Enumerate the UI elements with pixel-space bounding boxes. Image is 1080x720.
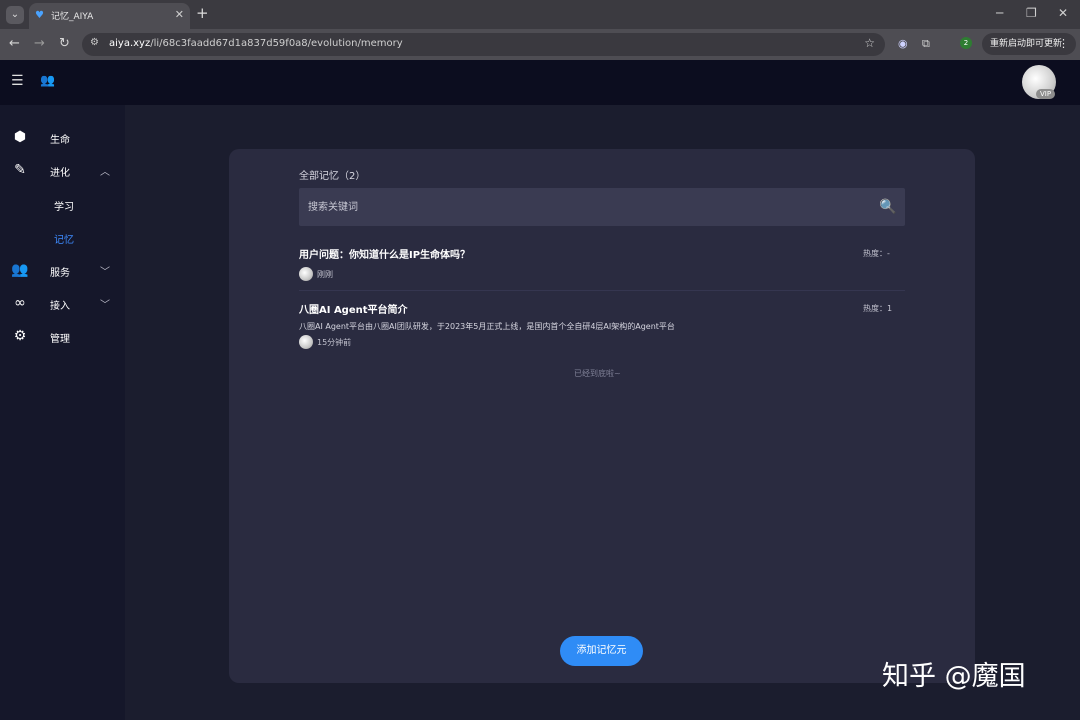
sidebar-item-access[interactable]: ∞ 接入 ﹀	[0, 288, 125, 318]
sidebar-subitem-learning[interactable]: 学习	[54, 198, 74, 213]
memory-item[interactable]: 用户问题：你知道什么是IP生命体吗？ 热度：- 刚刚	[299, 246, 894, 286]
sidebar-item-life[interactable]: ⬢ 生命	[0, 122, 125, 152]
extension-icon[interactable]: ◉	[898, 37, 908, 50]
vip-badge: VIP	[1036, 89, 1056, 99]
extensions-puzzle-icon[interactable]: ⧉	[922, 37, 930, 51]
memory-title: 八圈AI Agent平台简介	[299, 305, 408, 316]
app-header: ☰ 👥 VIP	[0, 60, 1080, 105]
sidebar-subitem-memory[interactable]: 记忆	[54, 231, 74, 246]
memory-avatar	[299, 267, 313, 281]
link-icon: ∞	[14, 295, 26, 311]
new-tab-plus-icon[interactable]: +	[196, 4, 209, 22]
sidebar-item-manage[interactable]: ⚙ 管理	[0, 321, 125, 351]
forward-arrow-icon[interactable]: →	[34, 36, 45, 51]
restart-update-button[interactable]: 重新启动即可更新 ⋮	[982, 33, 1076, 55]
chevron-down-icon: ﹀	[100, 300, 110, 311]
memory-description: 八圈AI Agent平台由八圈AI团队研发，于2023年5月正式上线，是国内首个…	[299, 322, 675, 331]
watermark: 知乎 @魔国	[882, 661, 1026, 692]
memory-title: 用户问题：你知道什么是IP生命体吗？	[299, 250, 471, 261]
user-switch-icon[interactable]: 👥	[40, 73, 55, 87]
back-arrow-icon[interactable]: ←	[9, 36, 20, 51]
more-menu-icon[interactable]: ⋮	[1058, 33, 1069, 55]
sidebar-item-service[interactable]: 👥 服务 ﹀	[0, 255, 125, 285]
service-icon: 👥	[11, 262, 29, 278]
memory-time: 15分钟前	[317, 338, 352, 347]
restore-icon[interactable]: ❐	[1026, 6, 1037, 20]
add-memory-button[interactable]: 添加记忆元	[560, 636, 643, 666]
memory-time: 刚刚	[317, 270, 333, 279]
divider	[299, 290, 905, 291]
tab-close-icon[interactable]: ✕	[175, 8, 184, 21]
site-info-icon[interactable]: ⚙	[90, 37, 99, 48]
browser-tab-active[interactable]: ♥ 记忆_AIYA ✕	[29, 3, 190, 29]
reload-icon[interactable]: ↻	[59, 36, 70, 51]
memory-heat: 热度：1	[863, 304, 893, 313]
memory-heat: 热度：-	[863, 249, 890, 258]
site-favicon-icon: ♥	[35, 10, 44, 21]
browser-tab-bar: ⌄ ♥ 记忆_AIYA ✕ + ─ ❐ ✕	[0, 0, 1080, 29]
window-close-icon[interactable]: ✕	[1058, 6, 1068, 20]
address-bar[interactable]: ⚙ aiya.xyz/li/68c3faadd67d1a837d59f0a8/e…	[82, 33, 885, 56]
profile-badge[interactable]: 2	[960, 37, 972, 49]
gear-icon: ⚙	[13, 328, 27, 344]
bookmark-star-icon[interactable]: ☆	[864, 36, 875, 50]
life-icon: ⬢	[13, 129, 27, 145]
url-text[interactable]: aiya.xyz/li/68c3faadd67d1a837d59f0a8/evo…	[109, 38, 403, 49]
search-input[interactable]	[299, 188, 869, 226]
chevron-down-icon: ﹀	[100, 267, 110, 278]
search-icon[interactable]: 🔍	[879, 199, 896, 215]
memory-avatar	[299, 335, 313, 349]
browser-toolbar: ← → ↻ ⚙ aiya.xyz/li/68c3faadd67d1a837d59…	[0, 29, 1080, 60]
end-of-list-note: 已经到底啦~	[574, 369, 621, 378]
evolution-icon: ✎	[14, 162, 26, 178]
memory-card	[229, 149, 975, 683]
tab-list-chevron-icon[interactable]: ⌄	[6, 6, 24, 24]
search-box: 🔍	[299, 188, 905, 226]
memory-item[interactable]: 八圈AI Agent平台简介 热度：1 八圈AI Agent平台由八圈AI团队研…	[299, 301, 894, 351]
minimize-icon[interactable]: ─	[996, 6, 1003, 20]
sidebar-item-evolution[interactable]: ✎ 进化 ︿	[0, 155, 125, 185]
tab-title: 记忆_AIYA	[51, 12, 94, 22]
section-title: 全部记忆（2）	[299, 171, 366, 182]
hamburger-menu-icon[interactable]: ☰	[11, 73, 24, 89]
chevron-up-icon: ︿	[100, 167, 110, 178]
sidebar: ⬢ 生命 ✎ 进化 ︿ 学习 记忆 👥 服务 ﹀ ∞ 接入 ﹀ ⚙ 管理	[0, 105, 125, 720]
